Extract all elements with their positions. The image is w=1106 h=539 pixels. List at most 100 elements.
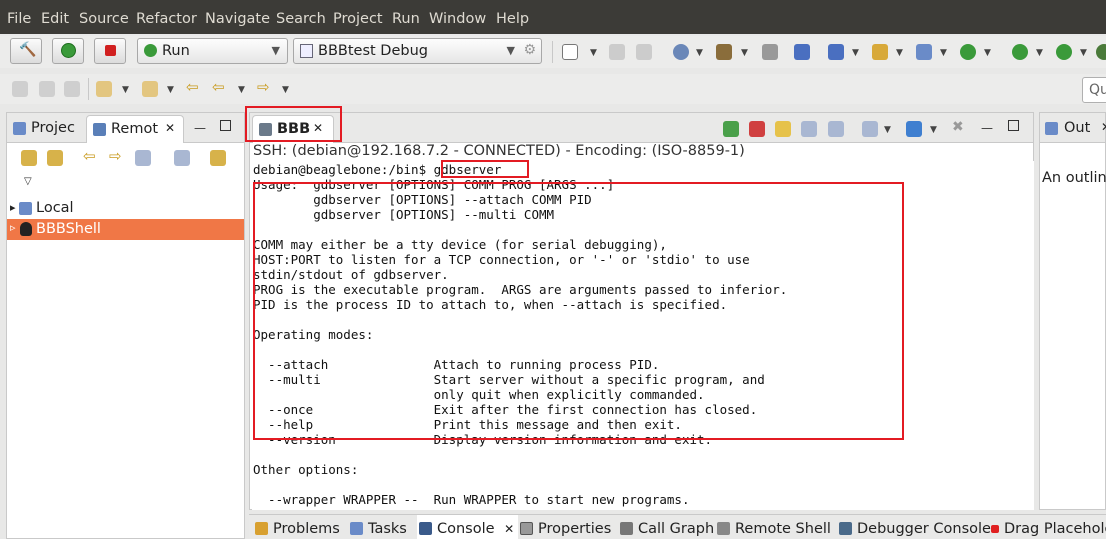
chevron-down-icon[interactable]: ▼ [741,48,748,58]
chevron-down-icon[interactable]: ▼ [696,48,703,58]
outline-icon [1045,122,1058,135]
chevron-down-icon[interactable]: ▼ [930,125,937,135]
chevron-down-icon[interactable]: ▼ [590,48,597,58]
scroll-lock-icon[interactable] [801,121,817,137]
tasks-icon [350,522,363,535]
go-into-icon[interactable] [135,150,151,166]
problems-icon [255,522,268,535]
collapse-all-icon[interactable] [174,150,190,166]
open-terminal-icon[interactable] [862,121,878,137]
new-folder-icon[interactable] [872,44,888,60]
skip-breakpoints-icon[interactable] [794,44,810,60]
tab-label: Call Graph [638,521,715,537]
last-edit-icon[interactable]: ⇦ [186,78,199,96]
define-connection-icon[interactable] [21,150,37,166]
launch-button[interactable] [52,38,84,64]
launch-mode-select[interactable]: Run ▼ [137,38,288,64]
refresh-connection-icon[interactable] [47,150,63,166]
close-icon[interactable]: ✕ [504,522,514,536]
maximize-icon[interactable] [220,120,231,131]
toggle-mark-icon[interactable] [39,81,55,97]
tab-label: Problems [273,521,340,537]
tab-project-explorer[interactable]: Projec [8,115,86,143]
quick-access-placeholder: Qu [1089,82,1106,98]
tab-tasks[interactable]: Tasks [350,521,407,537]
quick-access-field[interactable]: Qu [1082,77,1106,103]
settings-icon[interactable] [775,121,791,137]
forward-icon[interactable]: ⇨ [109,147,122,165]
gear-icon[interactable]: ⚙ [523,42,536,58]
menu-window[interactable]: Window [429,11,486,27]
chevron-down-icon[interactable]: ▼ [852,48,859,58]
chevron-down-icon[interactable]: ▼ [167,85,174,95]
close-icon[interactable]: ✕ [165,121,175,135]
tab-remote-shell[interactable]: Remote Shell [717,521,831,537]
remove-terminal-icon[interactable]: ✖ [952,119,964,135]
menu-search[interactable]: Search [276,11,326,27]
hammer-icon[interactable] [716,44,732,60]
tree-item-bbbshell[interactable]: ▹ BBBShell [7,219,244,240]
stop-button[interactable] [94,38,126,64]
chevron-down-icon[interactable]: ▼ [984,48,991,58]
tab-call-graph[interactable]: Call Graph [620,521,714,537]
launch-config-select[interactable]: BBBtest Debug ▼ ⚙ [293,38,542,64]
run-icon[interactable] [1056,44,1072,60]
previous-annotation-icon[interactable] [142,81,158,97]
chevron-down-icon[interactable]: ▼ [884,125,891,135]
back-icon[interactable]: ⇦ [212,78,225,96]
external-tools-icon[interactable] [1096,44,1106,60]
menu-edit[interactable]: Edit [41,11,69,27]
menu-source[interactable]: Source [79,11,129,27]
gear-build-icon[interactable] [673,44,689,60]
expand-icon[interactable]: ▹ [10,221,16,234]
chevron-down-icon[interactable]: ▼ [896,48,903,58]
menu-navigate[interactable]: Navigate [205,11,270,27]
chevron-down-icon[interactable]: ▼ [122,85,129,95]
link-with-editor-icon[interactable] [210,150,226,166]
next-annotation-icon[interactable] [96,81,112,97]
menu-run[interactable]: Run [392,11,420,27]
edit-icon[interactable] [12,81,28,97]
build-button[interactable]: 🔨 [10,38,42,64]
maximize-icon[interactable] [1008,120,1019,131]
new-file-icon[interactable] [916,44,932,60]
tree-item-local[interactable]: ▸ Local [7,199,244,219]
command-input-icon[interactable] [828,121,844,137]
chevron-down-icon[interactable]: ▼ [1036,48,1043,58]
drag-placeholder-icon [991,525,999,533]
forward-icon[interactable]: ⇨ [257,78,270,96]
tab-outline[interactable]: Out ✕ [1041,115,1106,143]
tab-debugger-console[interactable]: Debugger Console [839,521,991,537]
tab-remote-systems[interactable]: Remot ✕ [86,115,184,143]
chevron-down-icon[interactable]: ▼ [282,85,289,95]
back-icon[interactable]: ⇦ [83,147,96,165]
minimize-icon[interactable]: — [194,121,206,135]
show-whitespace-icon[interactable] [64,81,80,97]
remote-shell-icon [717,522,730,535]
view-menu-icon[interactable]: ▽ [24,176,32,187]
close-icon[interactable]: ✕ [1101,120,1106,134]
save-icon[interactable] [609,44,625,60]
tab-problems[interactable]: Problems [255,521,340,537]
minimize-icon[interactable]: — [981,121,993,135]
bug-icon[interactable] [1012,44,1028,60]
disconnect-icon[interactable] [749,121,765,137]
tab-console[interactable]: Console ✕ [417,515,519,539]
expand-icon[interactable]: ▸ [10,201,16,214]
menu-help[interactable]: Help [496,11,529,27]
binary-icon[interactable] [762,44,778,60]
new-class-icon[interactable] [828,44,844,60]
chevron-down-icon[interactable]: ▼ [1080,48,1087,58]
save-all-icon[interactable] [636,44,652,60]
chevron-down-icon[interactable]: ▼ [238,85,245,95]
refresh-icon[interactable] [960,44,976,60]
tab-drag-placeholder[interactable]: Drag Placehold [991,521,1106,537]
chevron-down-icon[interactable]: ▼ [940,48,947,58]
new-icon[interactable] [562,44,578,60]
connect-icon[interactable] [723,121,739,137]
new-terminal-icon[interactable] [906,121,922,137]
menu-project[interactable]: Project [333,11,383,27]
menu-refactor[interactable]: Refactor [136,11,197,27]
tab-properties[interactable]: Properties [520,521,611,537]
menu-file[interactable]: File [7,11,31,27]
